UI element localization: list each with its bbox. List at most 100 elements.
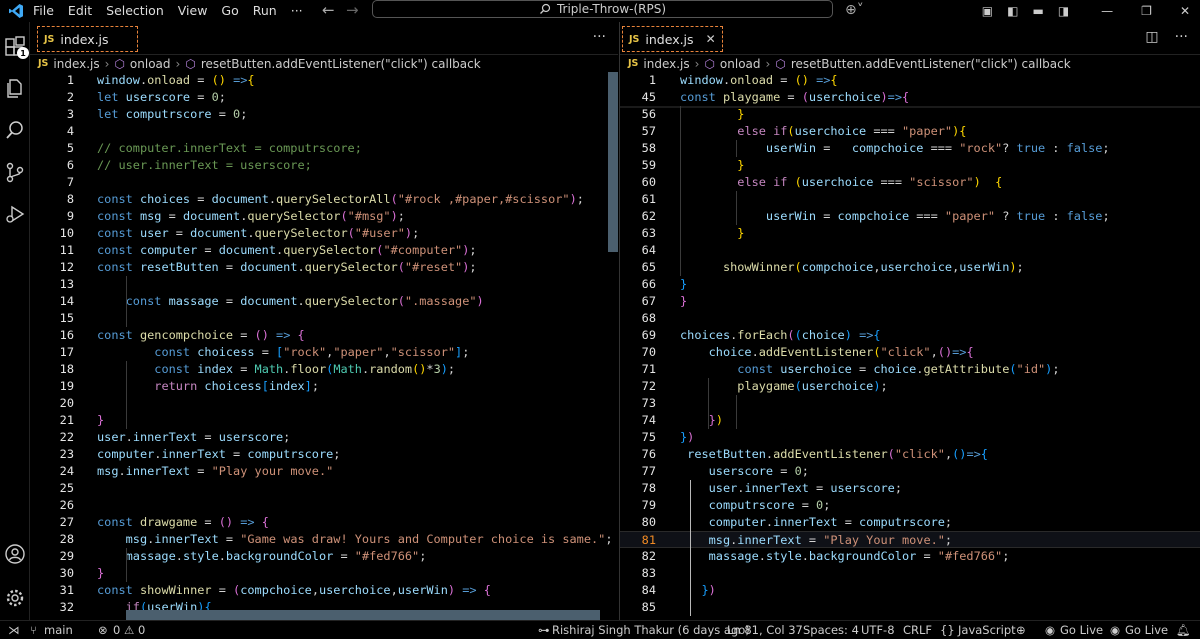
- menu-view[interactable]: View: [171, 0, 215, 22]
- menu-run[interactable]: Run: [246, 0, 284, 22]
- code-line[interactable]: 5 // computer.innerText = computrscore;: [30, 140, 618, 157]
- vertical-scrollbar[interactable]: [608, 72, 618, 252]
- code-line[interactable]: 45 const playgame = (userchoice)=>{: [620, 89, 1200, 106]
- more-actions-icon[interactable]: ···: [1175, 29, 1188, 45]
- code-line[interactable]: 21}: [30, 412, 618, 429]
- forward-arrow-icon[interactable]: →: [346, 0, 359, 20]
- code-line[interactable]: 17 const choicess = ["rock","paper","sci…: [30, 344, 618, 361]
- code-line[interactable]: 12 const resetButten = document.querySele…: [30, 259, 618, 276]
- settings-gear-icon[interactable]: [3, 586, 27, 610]
- toggle-sidebar-icon[interactable]: ◧: [1007, 4, 1018, 18]
- code-line[interactable]: 11 const computer = document.querySelecto…: [30, 242, 618, 259]
- code-line[interactable]: 77 userscore = 0;: [620, 463, 1200, 480]
- code-line[interactable]: 71 const userchoice = choice.getAttribut…: [620, 361, 1200, 378]
- breadcrumb-callback[interactable]: resetButten.addEventListener("click") ca…: [791, 57, 1071, 71]
- code-line[interactable]: 76 resetButten.addEventListener("click",…: [620, 446, 1200, 463]
- notifications-bell-icon[interactable]: 🔔︎: [1176, 621, 1191, 639]
- go-live-button-2[interactable]: Go Live: [1125, 621, 1168, 639]
- code-line[interactable]: 73: [620, 395, 1200, 412]
- code-line[interactable]: 29 massage.style.backgroundColor = "#fed…: [30, 548, 618, 565]
- vscode-logo-icon[interactable]: [6, 0, 26, 22]
- code-line[interactable]: 9 const msg = document.querySelector("#ms…: [30, 208, 618, 225]
- menu-file[interactable]: File: [26, 0, 61, 22]
- broadcast-icon[interactable]: ◉: [1110, 621, 1120, 639]
- code-line[interactable]: 13: [30, 276, 618, 293]
- files-icon[interactable]: [3, 76, 27, 100]
- explorer-icon[interactable]: 1: [3, 34, 29, 59]
- code-line[interactable]: 59 }: [620, 157, 1200, 174]
- code-line[interactable]: 16 const gencompchoice = () => {: [30, 327, 618, 344]
- code-line[interactable]: 67}: [620, 293, 1200, 310]
- code-line[interactable]: 1 window.onload = () =>{: [620, 72, 1200, 89]
- layout-customize-icon[interactable]: ▣: [982, 4, 993, 18]
- code-line[interactable]: 78 user.innerText = userscore;: [620, 480, 1200, 497]
- go-live-button-1[interactable]: Go Live: [1060, 621, 1103, 639]
- code-line[interactable]: 83: [620, 565, 1200, 582]
- error-count[interactable]: 0: [113, 621, 120, 639]
- code-line[interactable]: 15: [30, 310, 618, 327]
- git-blame[interactable]: Rishiraj Singh Thakur (6 days ago): [552, 621, 750, 639]
- menu-selection[interactable]: Selection: [99, 0, 171, 22]
- warning-count[interactable]: 0: [138, 621, 145, 639]
- code-line[interactable]: 2 let userscore = 0;: [30, 89, 618, 106]
- code-line[interactable]: 66}: [620, 276, 1200, 293]
- account-icon[interactable]: [3, 542, 27, 566]
- code-line[interactable]: 27 const drawgame = () => {: [30, 514, 618, 531]
- breadcrumb-file[interactable]: index.js: [643, 57, 689, 71]
- copilot-icon[interactable]: ⊕˅: [845, 0, 864, 20]
- breadcrumb-callback[interactable]: resetButten.addEventListener("click") ca…: [201, 57, 481, 71]
- code-editor-right[interactable]: 85 84 }) 83 82 massage.style.backgroundColo…: [620, 72, 1200, 620]
- code-line[interactable]: 57 else if(userchoice === "paper"){: [620, 123, 1200, 140]
- copilot-status-icon[interactable]: ⊕: [1016, 621, 1026, 639]
- close-window-icon[interactable]: ✕: [1180, 4, 1190, 18]
- code-line[interactable]: 14 const massage = document.querySelecto…: [30, 293, 618, 310]
- more-actions-icon[interactable]: ···: [593, 29, 606, 45]
- indentation[interactable]: Spaces: 4: [803, 621, 859, 639]
- code-line[interactable]: 72 playgame(userchoice);: [620, 378, 1200, 395]
- branch-name[interactable]: main: [44, 621, 73, 639]
- code-line[interactable]: 26: [30, 497, 618, 514]
- code-line[interactable]: 61: [620, 191, 1200, 208]
- code-line[interactable]: 31 const showWinner = (compchoice,usercho…: [30, 582, 618, 599]
- cursor-position[interactable]: Ln 81, Col 37: [727, 621, 803, 639]
- code-line[interactable]: 64: [620, 242, 1200, 259]
- code-line[interactable]: 7: [30, 174, 618, 191]
- tab-index-js-right[interactable]: JS index.js ✕: [622, 26, 723, 52]
- code-line[interactable]: 79 computrscore = 0;: [620, 497, 1200, 514]
- code-line[interactable]: 1 window.onload = () =>{: [30, 72, 618, 89]
- code-line[interactable]: 6 // user.innerText = userscore;: [30, 157, 618, 174]
- code-line[interactable]: 84 }): [620, 582, 1200, 599]
- code-line[interactable]: 60 else if (userchoice === "scissor") {: [620, 174, 1200, 191]
- code-line[interactable]: 62 userWin = compchoice === "paper" ? tr…: [620, 208, 1200, 225]
- code-line[interactable]: 20: [30, 395, 618, 412]
- toggle-secondary-sidebar-icon[interactable]: ◨: [1058, 4, 1069, 18]
- code-line[interactable]: 24 msg.innerText = "Play your move.": [30, 463, 618, 480]
- broadcast-icon[interactable]: ◉: [1045, 621, 1055, 639]
- code-line[interactable]: 4: [30, 123, 618, 140]
- code-line[interactable]: 69 choices.forEach((choice) =>{: [620, 327, 1200, 344]
- menu-more[interactable]: ···: [284, 0, 310, 22]
- code-line[interactable]: 56 }: [620, 106, 1200, 123]
- code-line[interactable]: 85: [620, 599, 1200, 616]
- code-line[interactable]: 65 showWinner(compchoice,userchoice,user…: [620, 259, 1200, 276]
- back-arrow-icon[interactable]: ←: [322, 0, 335, 20]
- code-line[interactable]: 3 let computrscore = 0;: [30, 106, 618, 123]
- code-line[interactable]: 10 const user = document.querySelector("#…: [30, 225, 618, 242]
- encoding[interactable]: UTF-8: [861, 621, 895, 639]
- line-ending[interactable]: CRLF: [903, 621, 932, 639]
- tab-index-js-left[interactable]: JS index.js ✕: [37, 26, 138, 52]
- split-editor-icon[interactable]: ◫: [1145, 29, 1158, 45]
- code-line[interactable]: 81 msg.innerText = "Play Your move.";: [620, 531, 1200, 548]
- error-icon[interactable]: ⊗: [98, 621, 108, 639]
- run-debug-icon[interactable]: [3, 202, 27, 226]
- code-line[interactable]: 22 user.innerText = userscore;: [30, 429, 618, 446]
- code-line[interactable]: 25: [30, 480, 618, 497]
- source-control-icon[interactable]: [3, 160, 27, 184]
- breadcrumb-scope[interactable]: onload: [130, 57, 171, 71]
- code-line[interactable]: 28 msg.innerText = "Game was draw! Yours…: [30, 531, 618, 548]
- branch-icon[interactable]: ⑂: [30, 621, 37, 639]
- code-line[interactable]: 8 const choices = document.querySelectorA…: [30, 191, 618, 208]
- restore-icon[interactable]: ❐: [1141, 4, 1152, 18]
- command-center-search[interactable]: Triple-Throw-(RPS): [372, 0, 833, 18]
- code-line[interactable]: 68: [620, 310, 1200, 327]
